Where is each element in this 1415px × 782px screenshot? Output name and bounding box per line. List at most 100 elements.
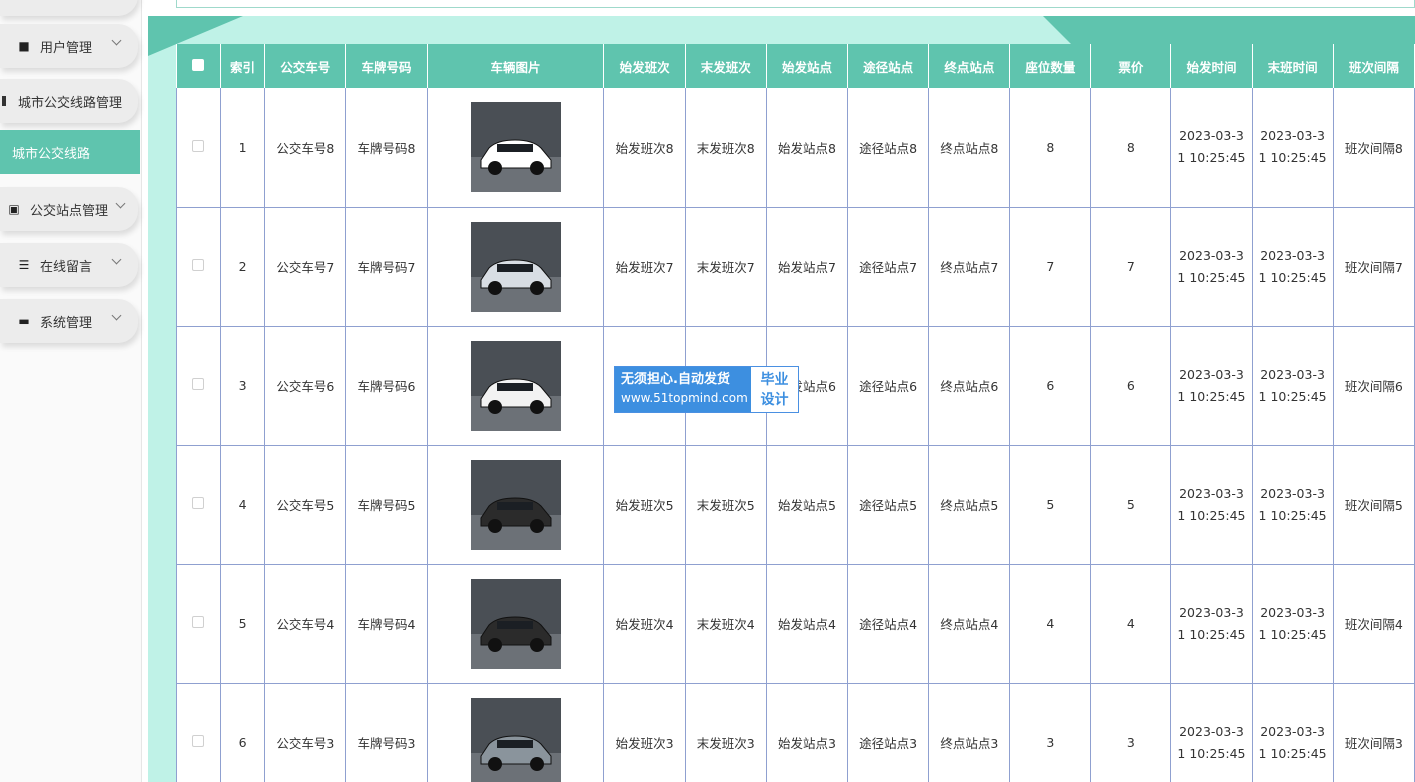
cell-end-station: 终点站点5 [928,445,1011,565]
sidebar: ■ 用户管理 城市公交线路管理 城市公交线路 ▣ 公交站点管理 ☰ 在线留言 ▬… [0,0,142,782]
header-plate-number[interactable]: 车牌号码 [345,44,428,88]
cell-index: 6 [220,683,266,782]
header-last-time[interactable]: 末班时间 [1252,44,1334,88]
header-vehicle-image[interactable]: 车辆图片 [427,44,605,88]
row-checkbox[interactable] [192,735,205,747]
video-camera-icon: ■ [18,39,30,53]
cell-end-station: 终点站点3 [928,683,1011,782]
cell-seat-count: 6 [1009,326,1092,446]
cell-via-station: 途径站点4 [847,564,930,684]
time-line1: 2023-03-3 [1260,485,1325,501]
header-end-station[interactable]: 终点站点 [928,44,1011,88]
time-line2: 1 10:25:45 [1258,507,1327,523]
row-select-cell[interactable] [176,207,221,327]
watermark-right2: 设计 [760,392,789,408]
time-line2: 1 10:25:45 [1177,745,1246,761]
car-photo[interactable] [470,459,561,550]
car-photo[interactable] [470,340,561,431]
cell-end-station: 终点站点4 [928,564,1011,684]
time-line1: 2023-03-3 [1179,723,1244,739]
time-line1: 2023-03-3 [1179,247,1244,263]
time-line2: 1 10:25:45 [1177,150,1246,166]
select-all-header[interactable] [176,44,221,88]
time-line2: 1 10:25:45 [1258,388,1327,404]
row-checkbox[interactable] [192,259,205,271]
cell-interval: 班次间隔4 [1333,564,1415,684]
header-last-trip[interactable]: 末发班次 [685,44,767,88]
row-checkbox[interactable] [192,616,205,628]
sidebar-item-online-message[interactable]: ☰ 在线留言 [0,243,138,287]
sidebar-item-top[interactable] [0,0,138,16]
row-select-cell[interactable] [176,88,221,208]
cell-start-station: 始发站点5 [766,445,849,565]
select-all-checkbox[interactable] [192,58,205,71]
car-photo[interactable] [470,697,561,782]
table-row[interactable]: 5 公交车号4 车牌号码4 始发班次4 末发班次4 始发站点4 途径站点4 终点站点4 4 4 2… [176,564,1415,684]
cell-vehicle-image [427,683,605,782]
sliders-icon: ☰ [18,258,30,272]
sidebar-item-bus-route-management[interactable]: 城市公交线路管理 [0,79,138,123]
monitor-icon: ▬ [18,314,30,328]
cell-index: 4 [220,445,266,565]
cell-first-trip: 始发班次3 [603,683,686,782]
watermark-banner: 无须担心.自动发货 www.51topmind.com 毕业 设计 [614,366,799,413]
sidebar-item-user-management[interactable]: ■ 用户管理 [0,24,138,68]
row-select-cell[interactable] [176,445,221,565]
cell-last-trip: 末发班次3 [685,683,767,782]
header-first-trip[interactable]: 始发班次 [603,44,686,88]
cell-bus-number: 公交车号6 [264,326,347,446]
time-line1: 2023-03-3 [1260,723,1325,739]
header-interval[interactable]: 班次间隔 [1333,44,1415,88]
header-start-station[interactable]: 始发站点 [766,44,849,88]
bullet-icon [2,96,6,106]
header-seat-count[interactable]: 座位数量 [1009,44,1092,88]
time-line2: 1 10:25:45 [1177,269,1246,285]
cell-interval: 班次间隔7 [1333,207,1415,327]
table-row[interactable]: 4 公交车号5 车牌号码5 始发班次5 末发班次5 始发站点5 途径站点5 终点站点5 5 5 2… [176,445,1415,565]
cell-first-trip: 始发班次5 [603,445,686,565]
header-fare[interactable]: 票价 [1090,44,1172,88]
time-line2: 1 10:25:45 [1258,626,1327,642]
row-checkbox[interactable] [192,497,205,509]
cell-start-station: 始发站点3 [766,683,849,782]
cell-interval: 班次间隔3 [1333,683,1415,782]
table-row[interactable]: 2 公交车号7 车牌号码7 始发班次7 末发班次7 始发站点7 途径站点7 终点站点7 7 7 2… [176,207,1415,327]
sidebar-item-system-management[interactable]: ▬ 系统管理 [0,299,138,343]
cell-start-station: 始发站点8 [766,88,849,208]
cell-plate-number: 车牌号码4 [345,564,428,684]
cell-plate-number: 车牌号码6 [345,326,428,446]
cell-via-station: 途径站点8 [847,88,930,208]
table-row[interactable]: 1 公交车号8 车牌号码8 始发班次8 末发班次8 始发站点8 途径站点8 终点站点8 8 8 2… [176,88,1415,208]
car-photo[interactable] [470,102,561,193]
row-select-cell[interactable] [176,564,221,684]
cell-last-trip: 末发班次8 [685,88,767,208]
cell-via-station: 途径站点7 [847,207,930,327]
sidebar-item-label: 公交站点管理 [30,203,109,219]
row-select-cell[interactable] [176,326,221,446]
car-photo[interactable] [470,578,561,669]
cell-via-station: 途径站点6 [847,326,930,446]
cell-end-station: 终点站点8 [928,88,1011,208]
header-bus-number[interactable]: 公交车号 [264,44,347,88]
cell-plate-number: 车牌号码8 [345,88,428,208]
chevron-down-icon [111,35,122,46]
row-checkbox[interactable] [192,378,205,390]
header-via-station[interactable]: 途径站点 [847,44,930,88]
sidebar-item-bus-route[interactable]: 城市公交线路 [0,130,140,174]
cell-last-time: 2023-03-3 1 10:25:45 [1252,564,1334,684]
sidebar-item-bus-station-management[interactable]: ▣ 公交站点管理 [0,187,138,231]
time-line2: 1 10:25:45 [1177,388,1246,404]
table-header-row: 索引 公交车号 车牌号码 车辆图片 始发班次 末发班次 始发站点 途径站点 终点… [176,44,1415,88]
row-select-cell[interactable] [176,683,221,782]
table-row[interactable]: 6 公交车号3 车牌号码3 始发班次3 末发班次3 始发站点3 途径站点3 终点站点3 3 3 2… [176,683,1415,782]
header-index[interactable]: 索引 [220,44,266,88]
cell-start-time: 2023-03-3 1 10:25:45 [1170,207,1253,327]
header-start-time[interactable]: 始发时间 [1170,44,1253,88]
cell-seat-count: 3 [1009,683,1092,782]
cell-start-time: 2023-03-3 1 10:25:45 [1170,326,1253,446]
row-checkbox[interactable] [192,139,205,152]
cell-interval: 班次间隔5 [1333,445,1415,565]
car-photo[interactable] [470,221,561,312]
sidebar-item-label: 用户管理 [40,40,93,56]
cell-via-station: 途径站点3 [847,683,930,782]
